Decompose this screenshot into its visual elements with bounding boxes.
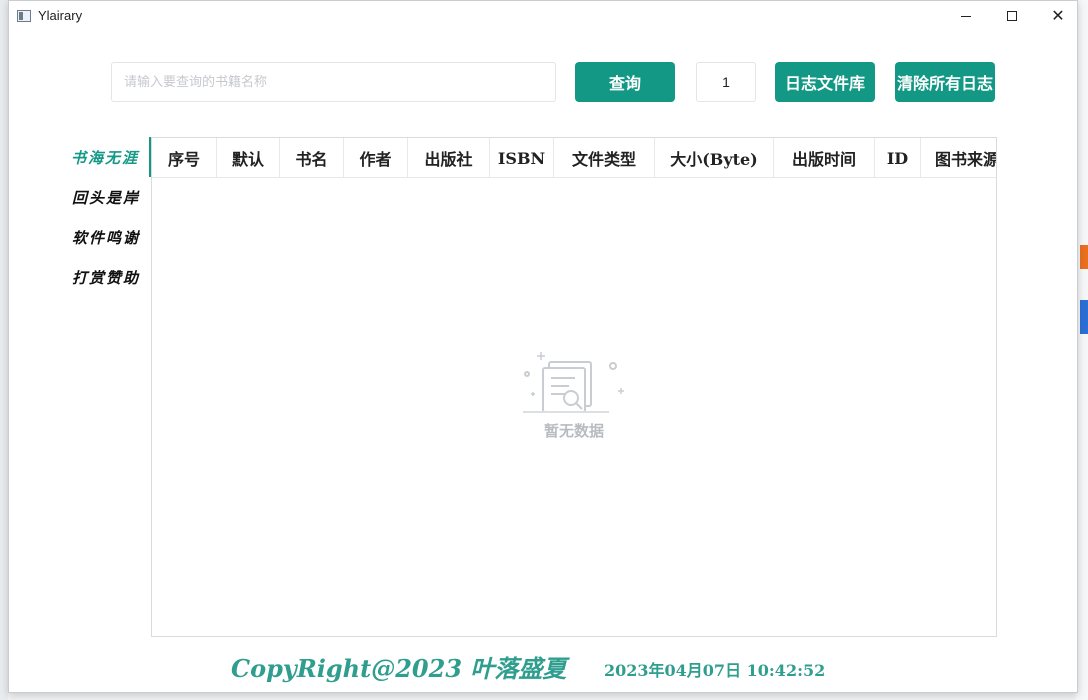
app-window-icon (17, 10, 31, 22)
column-header-default[interactable]: 默认 (217, 138, 280, 178)
column-header-size[interactable]: 大小(Byte) (655, 138, 774, 178)
page-number-input[interactable] (696, 62, 756, 102)
column-header-author[interactable]: 作者 (344, 138, 408, 178)
column-header-publisher[interactable]: 出版社 (408, 138, 490, 178)
column-header-publish-date[interactable]: 出版时间 (774, 138, 875, 178)
nav-item-donate[interactable]: 打赏赞助 (61, 257, 151, 297)
table-header-row: 序号 默认 书名 作者 出版社 ISBN 文件类型 大小(Byte) 出版时间 … (152, 138, 996, 178)
current-datetime: 2023年04月07日 10:42:52 (604, 661, 826, 680)
desktop-background-left (0, 0, 8, 700)
close-icon: ✕ (1051, 6, 1065, 25)
column-header-index[interactable]: 序号 (152, 138, 217, 178)
query-button[interactable]: 查询 (575, 62, 675, 102)
copyright-text: CopyRight@2023 叶落盛夏 (231, 654, 567, 683)
minimize-button[interactable] (943, 1, 989, 31)
close-button[interactable]: ✕ (1035, 1, 1081, 31)
column-header-source[interactable]: 图书来源 (921, 138, 996, 178)
clear-logs-button[interactable]: 清除所有日志 (895, 62, 995, 102)
column-header-id[interactable]: ID (875, 138, 921, 178)
nav-item-book-sea[interactable]: 书海无涯 (61, 137, 151, 177)
window-title: Ylairary (38, 8, 83, 23)
nav-item-turn-back[interactable]: 回头是岸 (61, 177, 151, 217)
title-bar[interactable]: Ylairary ✕ (9, 1, 1077, 33)
background-blue-strip (1080, 300, 1088, 334)
empty-state: 暂无数据 (152, 350, 996, 441)
maximize-button[interactable] (989, 1, 1035, 31)
book-search-input[interactable] (111, 62, 556, 102)
app-window: Ylairary ✕ 查询 日志文件库 清除所有日志 书海无涯 回头是岸 软件鸣… (8, 0, 1078, 693)
minimize-icon (961, 15, 971, 17)
nav-item-acknowledgements[interactable]: 软件鸣谢 (61, 217, 151, 257)
maximize-icon (1007, 11, 1017, 21)
empty-state-text: 暂无数据 (543, 422, 604, 440)
books-table[interactable]: 序号 默认 书名 作者 出版社 ISBN 文件类型 大小(Byte) 出版时间 … (151, 137, 997, 637)
column-header-file-type[interactable]: 文件类型 (554, 138, 655, 178)
empty-document-search-icon (523, 352, 624, 413)
background-orange-strip (1080, 245, 1088, 269)
side-nav: 书海无涯 回头是岸 软件鸣谢 打赏赞助 (61, 137, 151, 297)
column-header-title[interactable]: 书名 (280, 138, 344, 178)
log-library-button[interactable]: 日志文件库 (775, 62, 875, 102)
column-header-isbn[interactable]: ISBN (490, 138, 554, 178)
